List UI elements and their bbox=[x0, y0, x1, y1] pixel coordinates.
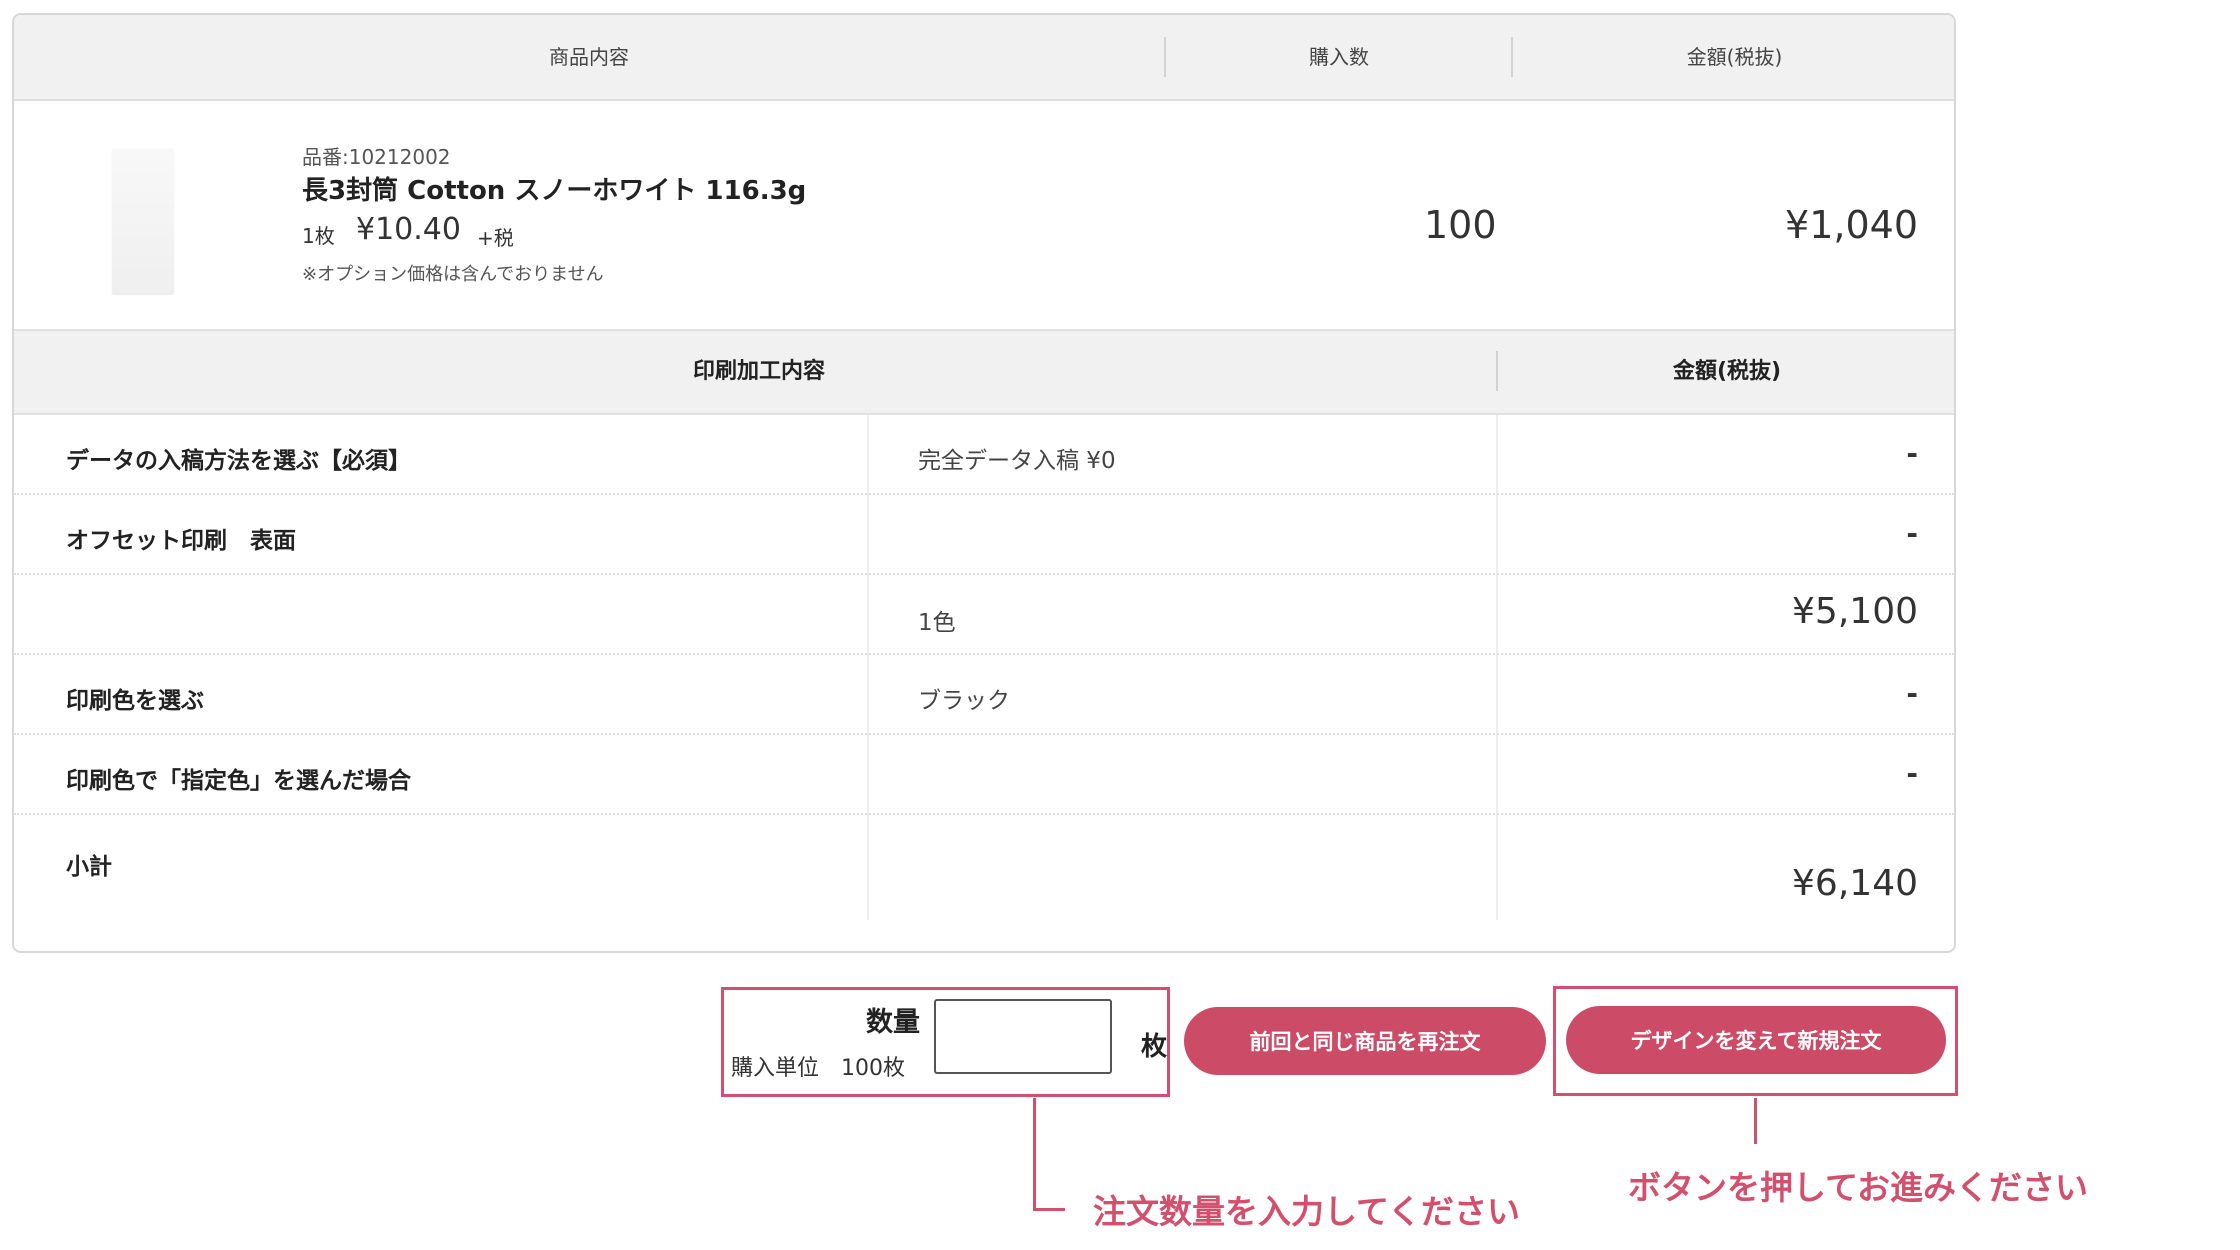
print-row-label: 印刷色を選ぶ bbox=[66, 688, 204, 714]
print-row: 印刷色を選ぶ ブラック - bbox=[14, 655, 1954, 735]
header-amount: 金額(税抜) bbox=[1686, 45, 1783, 69]
header-product: 商品内容 bbox=[549, 45, 629, 69]
button-hint-text: ボタンを押してお進みください bbox=[1628, 1168, 2089, 1207]
quantity-label: 数量 bbox=[866, 1007, 920, 1038]
print-row: オフセット印刷 表面 - bbox=[14, 495, 1954, 575]
option-note: ※オプション価格は含んでおりません bbox=[302, 264, 604, 285]
print-row-label: オフセット印刷 表面 bbox=[66, 528, 296, 554]
product-table-header: 商品内容 購入数 金額(税抜) bbox=[14, 15, 1954, 101]
quantity-suffix: 枚 bbox=[1141, 1032, 1168, 1062]
order-summary-card: 商品内容 購入数 金額(税抜) 品番:10212002 長3封筒 Cotton … bbox=[12, 13, 1956, 953]
print-row: 1色 ¥5,100 bbox=[14, 575, 1954, 655]
print-row-amount: - bbox=[1906, 517, 1918, 550]
subtotal-amount: ¥6,140 bbox=[1792, 863, 1918, 904]
reorder-button[interactable]: 前回と同じ商品を再注文 bbox=[1184, 1007, 1546, 1075]
hint-connector-line bbox=[1033, 1208, 1065, 1211]
unit-price: ¥10.40 bbox=[356, 212, 461, 247]
new-order-button[interactable]: デザインを変えて新規注文 bbox=[1566, 1006, 1946, 1074]
print-row-label: データの入稿方法を選ぶ【必須】 bbox=[66, 448, 411, 474]
print-section-amount: 金額(税抜) bbox=[1672, 359, 1782, 384]
print-row-amount: - bbox=[1906, 757, 1918, 790]
product-amount: ¥1,040 bbox=[1785, 203, 1918, 247]
subtotal-label: 小計 bbox=[66, 854, 112, 880]
unit-label: 1枚 bbox=[302, 224, 335, 248]
print-row-value: ブラック bbox=[918, 688, 1010, 714]
tax-note: +税 bbox=[477, 226, 514, 250]
print-row-value: 完全データ入稿 ¥0 bbox=[918, 448, 1116, 474]
print-row: 印刷色で「指定色」を選んだ場合 - bbox=[14, 735, 1954, 815]
print-row-amount: - bbox=[1906, 437, 1918, 470]
subtotal-row: 小計 ¥6,140 bbox=[14, 815, 1954, 920]
print-row: データの入稿方法を選ぶ【必須】 完全データ入稿 ¥0 - bbox=[14, 415, 1954, 495]
print-section-header: 印刷加工内容 金額(税抜) bbox=[14, 329, 1954, 415]
product-quantity: 100 bbox=[1424, 203, 1497, 247]
print-row-amount: ¥5,100 bbox=[1792, 591, 1918, 632]
quantity-input[interactable] bbox=[934, 999, 1112, 1074]
product-image bbox=[112, 149, 174, 295]
print-row-value: 1色 bbox=[918, 610, 956, 636]
hint-connector-line bbox=[1033, 1098, 1036, 1211]
hint-connector-line bbox=[1754, 1098, 1757, 1144]
header-quantity: 購入数 bbox=[1309, 45, 1369, 69]
print-section-title: 印刷加工内容 bbox=[692, 359, 825, 384]
product-code: 品番:10212002 bbox=[302, 145, 451, 169]
print-row-amount: - bbox=[1906, 677, 1918, 710]
print-row-label: 印刷色で「指定色」を選んだ場合 bbox=[66, 768, 411, 794]
product-name: 長3封筒 Cotton スノーホワイト 116.3g bbox=[302, 176, 807, 206]
quantity-hint-text: 注文数量を入力してください bbox=[1093, 1192, 1521, 1231]
purchase-unit-note: 購入単位 100枚 bbox=[731, 1056, 905, 1081]
